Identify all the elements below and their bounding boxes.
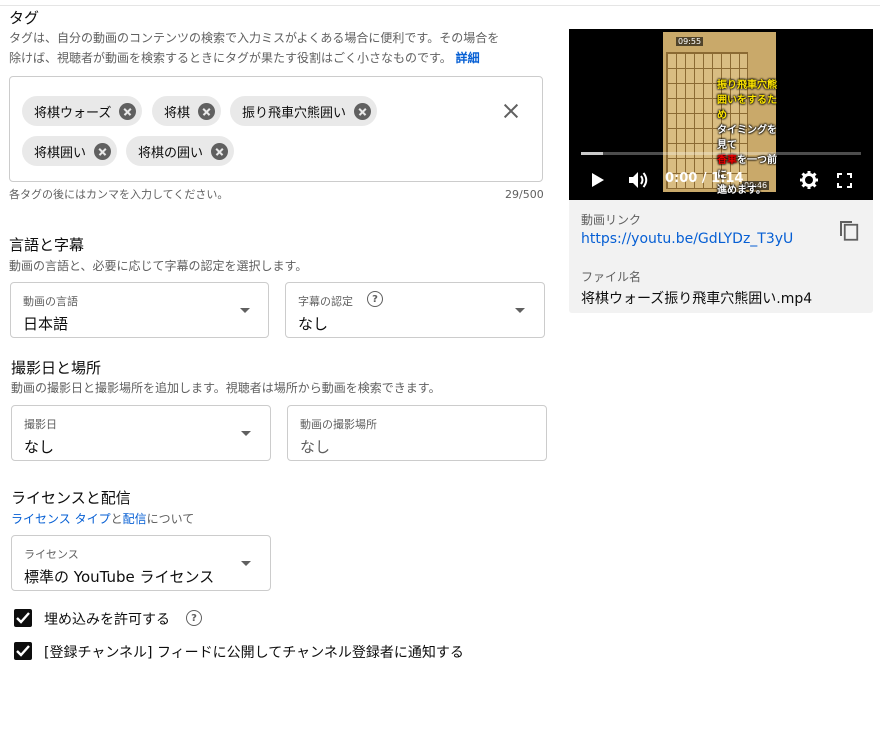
license-about-text: について bbox=[146, 512, 195, 526]
fullscreen-icon[interactable] bbox=[837, 173, 852, 188]
remove-tag-icon[interactable] bbox=[211, 142, 229, 160]
license-and-text: と bbox=[110, 512, 123, 526]
gear-icon[interactable] bbox=[800, 171, 818, 189]
video-language-label: 動画の言語 bbox=[23, 295, 78, 308]
filename-label: ファイル名 bbox=[581, 270, 642, 284]
tag-chip-label: 将棋 bbox=[164, 105, 191, 121]
license-type-link[interactable]: ライセンス タイプ bbox=[11, 512, 111, 526]
notify-subscribers-checkbox[interactable] bbox=[14, 642, 32, 660]
caret-down-icon bbox=[240, 308, 250, 313]
recording-location-placeholder: なし bbox=[300, 438, 331, 456]
thumbnail-caption-line: 振り飛車穴熊 bbox=[717, 80, 777, 91]
video-progress-bar[interactable] bbox=[581, 152, 861, 155]
distribution-link[interactable]: 配信 bbox=[123, 512, 147, 526]
details-link[interactable]: 詳細 bbox=[456, 51, 480, 65]
language-description: 動画の言語と、必要に応じて字幕の認定を選択します。 bbox=[9, 259, 308, 273]
caption-cert-label: 字幕の認定 bbox=[298, 295, 353, 308]
license-select[interactable]: ライセンス 標準の YouTube ライセンス bbox=[11, 535, 271, 591]
tags-hint: 各タグの後にはカンマを入力してください。 bbox=[9, 188, 229, 201]
allow-embedding-label: 埋め込みを許可する bbox=[44, 612, 170, 628]
recording-location-input[interactable]: 動画の撮影場所 なし bbox=[287, 405, 547, 461]
recording-date-label: 撮影日 bbox=[24, 418, 57, 431]
video-progress-buffered bbox=[581, 152, 603, 155]
recording-description: 動画の撮影日と撮影場所を追加します。視聴者は場所から動画を検索できます。 bbox=[11, 381, 441, 395]
tag-chip: 将棋の囲い bbox=[126, 136, 235, 166]
copy-icon[interactable] bbox=[838, 217, 860, 241]
tag-chip: 将棋 bbox=[152, 96, 222, 126]
thumbnail-time-top: 09:55 bbox=[676, 37, 704, 46]
allow-embedding-checkbox[interactable] bbox=[14, 609, 32, 627]
video-time: 0:00 / 1:14 bbox=[665, 171, 744, 186]
notify-subscribers-label: [登録チャンネル] フィードに公開してチャンネル登録者に通知する bbox=[44, 645, 464, 661]
language-title: 言語と字幕 bbox=[9, 236, 85, 254]
tags-input-box[interactable] bbox=[9, 76, 543, 182]
caption-certification-select[interactable]: 字幕の認定 ? なし bbox=[285, 282, 545, 338]
thumbnail-caption-line: 囲いをするため bbox=[717, 95, 777, 121]
caption-cert-value: なし bbox=[298, 315, 329, 333]
tag-chip-label: 将棋囲い bbox=[34, 145, 87, 161]
tag-chip-label: 将棋ウォーズ bbox=[34, 105, 112, 121]
license-value: 標準の YouTube ライセンス bbox=[24, 568, 215, 586]
remove-tag-icon[interactable] bbox=[354, 102, 372, 120]
tag-chip-label: 振り飛車穴熊囲い bbox=[242, 105, 347, 121]
top-divider bbox=[0, 5, 880, 6]
tags-title: タグ bbox=[9, 9, 40, 27]
video-link[interactable]: https://youtu.be/GdLYDz_T3yU bbox=[581, 231, 793, 247]
tag-chip: 将棋囲い bbox=[22, 136, 118, 166]
tag-chip: 将棋ウォーズ bbox=[22, 96, 143, 126]
tag-chip: 振り飛車穴熊囲い bbox=[230, 96, 378, 126]
recording-date-value: なし bbox=[24, 438, 55, 456]
tags-desc-line2: 除けば、視聴者が動画を検索するときにタグが果たす役割はごく小さなものです。 bbox=[9, 51, 452, 65]
remove-tag-icon[interactable] bbox=[119, 102, 137, 120]
tags-counter: 29/500 bbox=[505, 188, 544, 201]
video-link-label: 動画リンク bbox=[581, 213, 642, 227]
recording-location-label: 動画の撮影場所 bbox=[300, 418, 377, 431]
tags-description: タグは、自分の動画のコンテンツの検索で入力ミスがよくある場合に便利です。その場合… bbox=[9, 28, 499, 68]
filename-value: 将棋ウォーズ振り飛車穴熊囲い.mp4 bbox=[581, 291, 813, 307]
video-language-value: 日本語 bbox=[23, 315, 69, 333]
license-description: ライセンス タイプと配信について bbox=[11, 509, 194, 529]
license-title: ライセンスと配信 bbox=[11, 489, 131, 507]
caret-down-icon bbox=[241, 431, 251, 436]
help-icon[interactable]: ? bbox=[367, 291, 383, 307]
check-icon bbox=[16, 612, 30, 624]
recording-date-select[interactable]: 撮影日 なし bbox=[11, 405, 271, 461]
recording-title: 撮影日と場所 bbox=[11, 359, 102, 377]
volume-icon[interactable] bbox=[628, 170, 650, 190]
thumbnail-caption-line: タイミングを見て bbox=[717, 125, 777, 151]
caret-down-icon bbox=[515, 308, 525, 313]
caret-down-icon bbox=[241, 561, 251, 566]
play-icon[interactable] bbox=[591, 172, 605, 188]
license-label: ライセンス bbox=[24, 548, 79, 561]
tags-desc-line1: タグは、自分の動画のコンテンツの検索で入力ミスがよくある場合に便利です。その場合… bbox=[9, 31, 500, 45]
clear-tags-icon[interactable] bbox=[500, 100, 522, 122]
help-icon[interactable]: ? bbox=[186, 610, 202, 626]
remove-tag-icon[interactable] bbox=[94, 142, 112, 160]
thumbnail-caption-highlight: 香車 bbox=[717, 155, 737, 166]
check-icon bbox=[16, 645, 30, 657]
tag-chip-label: 将棋の囲い bbox=[138, 145, 204, 161]
video-language-select[interactable]: 動画の言語 日本語 bbox=[10, 282, 269, 338]
remove-tag-icon[interactable] bbox=[198, 102, 216, 120]
